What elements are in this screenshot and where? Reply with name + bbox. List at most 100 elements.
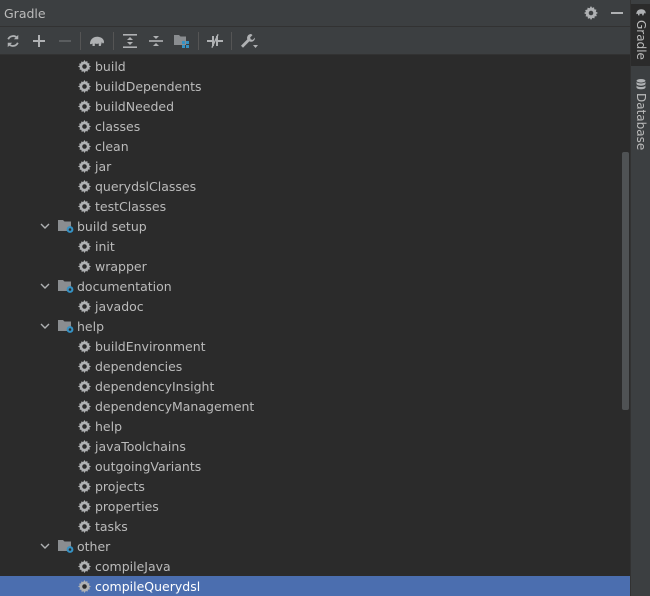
- tree-item-label: buildEnvironment: [95, 338, 206, 354]
- remove-icon[interactable]: [54, 30, 76, 52]
- tree-task-row[interactable]: jar: [0, 156, 620, 176]
- tree-item-label: clean: [95, 138, 129, 154]
- right-tool-strip: Gradle Database: [630, 0, 650, 596]
- expand-all-icon[interactable]: [119, 30, 141, 52]
- tree-task-row[interactable]: init: [0, 236, 620, 256]
- tree-task-row[interactable]: dependencyManagement: [0, 396, 620, 416]
- tree-item-label: init: [95, 238, 115, 254]
- tree-task-row[interactable]: outgoingVariants: [0, 456, 620, 476]
- gear-icon[interactable]: [582, 4, 600, 22]
- tree-item-label: testClasses: [95, 198, 167, 214]
- chevron-down-icon[interactable]: [40, 541, 50, 551]
- tree-item-label: dependencies: [95, 358, 183, 374]
- tree-task-row[interactable]: dependencyInsight: [0, 376, 620, 396]
- tree-item-label: properties: [95, 498, 159, 514]
- task-group-folder-icon: [58, 218, 74, 234]
- tree-task-row[interactable]: javaToolchains: [0, 436, 620, 456]
- gear-icon: [76, 378, 92, 394]
- tree-task-row[interactable]: compileJava: [0, 556, 620, 576]
- chevron-down-icon[interactable]: [40, 321, 50, 331]
- gradle-task-tree[interactable]: build buildDependents buildNeeded classes cl…: [0, 55, 630, 596]
- tree-item-label: wrapper: [95, 258, 147, 274]
- tree-task-row[interactable]: classes: [0, 116, 620, 136]
- task-group-folder-icon: [58, 278, 74, 294]
- gear-icon: [76, 478, 92, 494]
- gear-icon: [76, 58, 92, 74]
- sidebar-tab-database[interactable]: Database: [631, 76, 650, 150]
- tree-item-label: build: [95, 58, 126, 74]
- toolbar-separator: [231, 32, 232, 50]
- tree-task-row[interactable]: clean: [0, 136, 620, 156]
- gear-icon: [76, 118, 92, 134]
- tree-item-label: tasks: [95, 518, 128, 534]
- refresh-icon[interactable]: [2, 30, 24, 52]
- tree-item-label: help: [95, 418, 123, 434]
- elephant-icon: [636, 9, 646, 16]
- task-group-folder-icon: [58, 538, 74, 554]
- tree-task-row[interactable]: dependencies: [0, 356, 620, 376]
- toolbar-separator: [80, 32, 81, 50]
- gear-icon: [76, 438, 92, 454]
- tree-item-label: javaToolchains: [95, 438, 186, 454]
- gear-icon: [76, 238, 92, 254]
- tree-item-label: outgoingVariants: [95, 458, 202, 474]
- gear-icon: [76, 258, 92, 274]
- gear-icon: [76, 358, 92, 374]
- gear-icon: [76, 298, 92, 314]
- tree-task-row[interactable]: tasks: [0, 516, 620, 536]
- tree-group-row[interactable]: help: [0, 316, 620, 336]
- group-modules-icon[interactable]: [171, 30, 193, 52]
- tree-task-row[interactable]: wrapper: [0, 256, 620, 276]
- tree-item-label: dependencyInsight: [95, 378, 215, 394]
- chevron-down-icon[interactable]: [40, 281, 50, 291]
- tree-item-label: javadoc: [95, 298, 144, 314]
- gradle-tool-window: Gradle build buildDependents buildNeeded…: [0, 0, 630, 596]
- tree-item-label: dependencyManagement: [95, 398, 255, 414]
- tree-item-label: documentation: [77, 278, 172, 294]
- task-group-folder-icon: [58, 318, 74, 334]
- gradle-toolbar: [0, 27, 630, 55]
- scrollbar-thumb[interactable]: [622, 152, 629, 410]
- tree-task-row[interactable]: querydslClasses: [0, 176, 620, 196]
- sidebar-tab-gradle[interactable]: Gradle: [631, 4, 650, 66]
- gear-icon: [76, 178, 92, 194]
- chevron-down-icon[interactable]: [40, 221, 50, 231]
- gear-icon: [76, 198, 92, 214]
- tree-item-label: projects: [95, 478, 145, 494]
- gear-icon: [76, 78, 92, 94]
- tree-item-label: querydslClasses: [95, 178, 197, 194]
- gear-icon: [76, 418, 92, 434]
- wrench-icon[interactable]: [238, 30, 260, 52]
- tree-task-row[interactable]: testClasses: [0, 196, 620, 216]
- toolbar-separator: [198, 32, 199, 50]
- minimize-icon[interactable]: [608, 4, 626, 22]
- tree-group-row[interactable]: other: [0, 536, 620, 556]
- tree-item-label: buildDependents: [95, 78, 202, 94]
- tree-task-row[interactable]: buildDependents: [0, 76, 620, 96]
- tree-task-row[interactable]: javadoc: [0, 296, 620, 316]
- gear-icon: [76, 578, 92, 594]
- tree-item-label: compileJava: [95, 558, 171, 574]
- elephant-icon[interactable]: [86, 30, 108, 52]
- tree-task-row[interactable]: help: [0, 416, 620, 436]
- tree-task-row[interactable]: build: [0, 56, 620, 76]
- tree-task-row[interactable]: compileQuerydsl: [0, 576, 630, 596]
- gear-icon: [76, 498, 92, 514]
- toggle-offline-icon[interactable]: [204, 30, 226, 52]
- tree-group-row[interactable]: build setup: [0, 216, 620, 236]
- tree-task-row[interactable]: buildNeeded: [0, 96, 620, 116]
- add-icon[interactable]: [28, 30, 50, 52]
- gear-icon: [76, 158, 92, 174]
- tool-window-header: Gradle: [0, 0, 630, 27]
- gear-icon: [76, 458, 92, 474]
- collapse-all-icon[interactable]: [145, 30, 167, 52]
- tree-item-label: other: [77, 538, 111, 554]
- tree-task-row[interactable]: projects: [0, 476, 620, 496]
- gear-icon: [76, 338, 92, 354]
- tree-task-row[interactable]: properties: [0, 496, 620, 516]
- sidebar-tab-label: Gradle: [634, 20, 648, 60]
- tree-item-label: help: [77, 318, 105, 334]
- tree-group-row[interactable]: documentation: [0, 276, 620, 296]
- tree-task-row[interactable]: buildEnvironment: [0, 336, 620, 356]
- tree-item-label: jar: [95, 158, 112, 174]
